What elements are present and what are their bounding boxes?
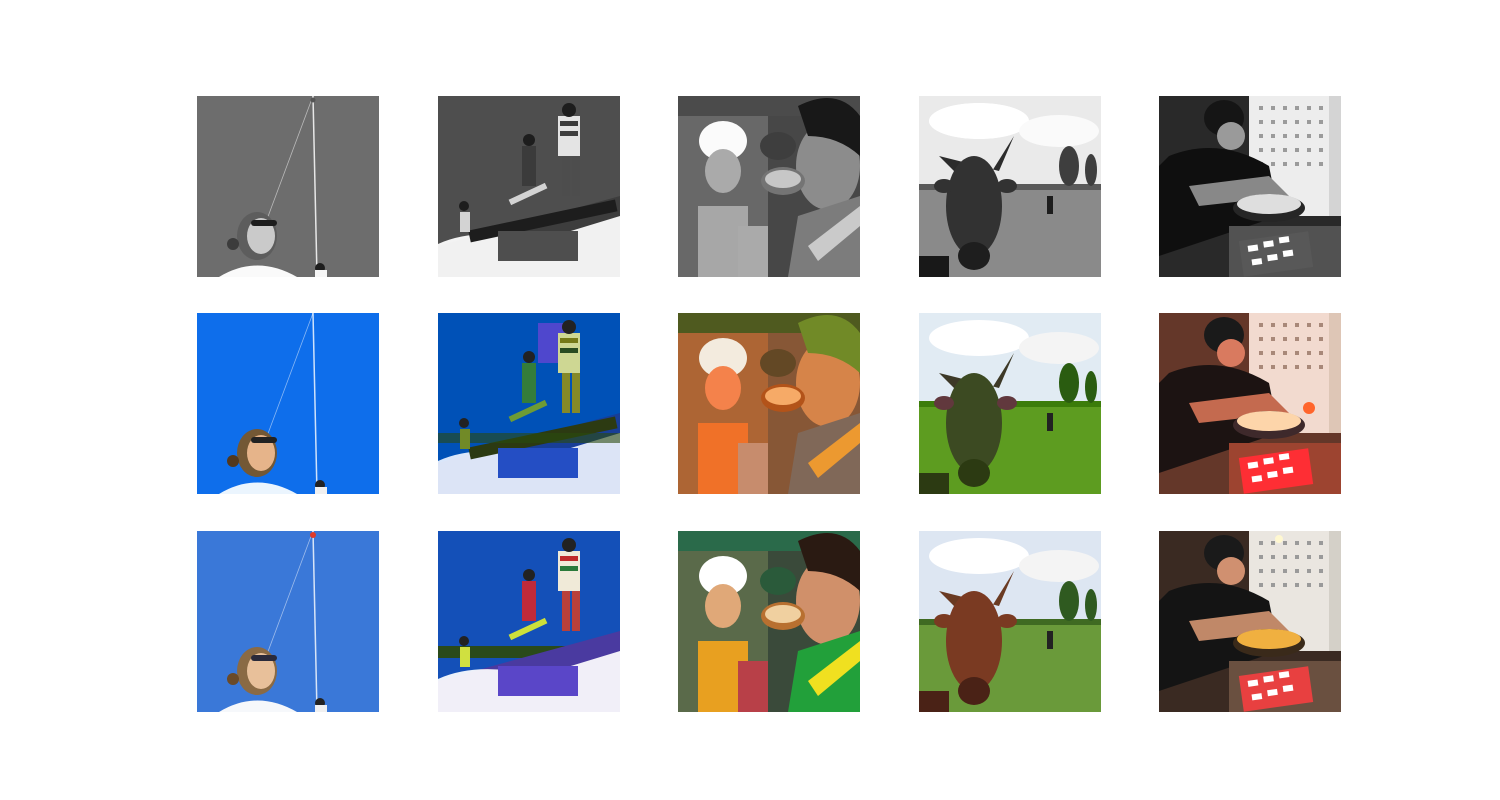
tile-gt-cow xyxy=(919,531,1101,712)
cooking-man-image xyxy=(1159,96,1341,277)
tile-gray-kite xyxy=(197,96,379,277)
hotdog-eater-image xyxy=(678,96,860,277)
cow-image xyxy=(919,531,1101,712)
kite-woman-image xyxy=(197,313,379,494)
image-grid xyxy=(197,96,1341,712)
snowboarders-image xyxy=(438,96,620,277)
tile-pred-cooking xyxy=(1159,313,1341,494)
tile-pred-kite xyxy=(197,313,379,494)
snowboarders-image xyxy=(438,531,620,712)
tile-pred-cow xyxy=(919,313,1101,494)
cow-image xyxy=(919,96,1101,277)
tile-gt-snowboard xyxy=(438,531,620,712)
snowboarders-image xyxy=(438,313,620,494)
tile-gray-cooking xyxy=(1159,96,1341,277)
tile-pred-hotdog xyxy=(678,313,860,494)
tile-gt-hotdog xyxy=(678,531,860,712)
hotdog-eater-image xyxy=(678,313,860,494)
tile-gray-snowboard xyxy=(438,96,620,277)
cooking-man-image xyxy=(1159,313,1341,494)
cooking-man-image xyxy=(1159,531,1341,712)
tile-gray-hotdog xyxy=(678,96,860,277)
tile-gray-cow xyxy=(919,96,1101,277)
kite-woman-image xyxy=(197,96,379,277)
tile-pred-snowboard xyxy=(438,313,620,494)
kite-woman-image xyxy=(197,531,379,712)
hotdog-eater-image xyxy=(678,531,860,712)
cow-image xyxy=(919,313,1101,494)
tile-gt-kite xyxy=(197,531,379,712)
tile-gt-cooking xyxy=(1159,531,1341,712)
